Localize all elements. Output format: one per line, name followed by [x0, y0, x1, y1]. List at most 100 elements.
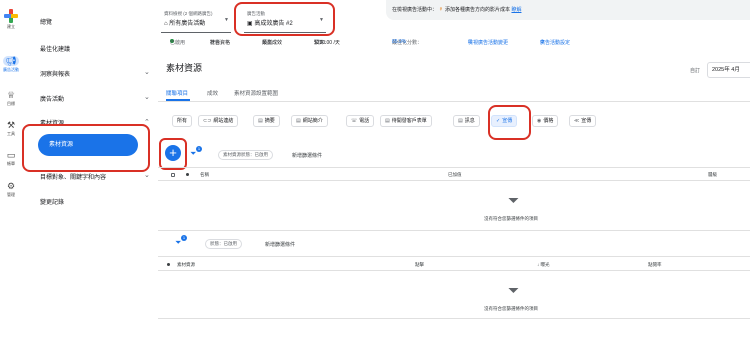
rail-goals[interactable]: ♕ 目標: [0, 90, 22, 107]
date-range-label: 自訂: [690, 68, 701, 74]
phone-icon: ☏: [351, 118, 358, 124]
rail-campaigns[interactable]: 📢︎ 廣告活動: [0, 56, 22, 73]
nav-item-insights[interactable]: 洞察與報表: [40, 69, 70, 78]
chip-message-label: 訊息: [464, 118, 475, 124]
type-value: 最高成效: [262, 40, 283, 46]
chip-message[interactable]: ▤ 訊息: [453, 115, 480, 127]
chip-snippet-label: 摘要: [264, 118, 275, 124]
chip-all[interactable]: 所有: [172, 115, 193, 127]
chip-price-label: 價格: [543, 118, 554, 124]
rail-create[interactable]: 建立: [0, 8, 22, 30]
chip-sitelink[interactable]: ⊂⊃ 網站連結: [198, 115, 239, 127]
opt-score-value[interactable]: 85.9%: [392, 39, 406, 45]
chip-snippet[interactable]: ▤ 摘要: [253, 115, 280, 127]
rail-create-label: 建立: [7, 24, 15, 29]
highlight-box: [234, 2, 335, 36]
tools-icon: ⚒: [6, 120, 16, 130]
chip-phone-label: 電話: [359, 118, 370, 124]
chip-lead-form-label: 待開發客戶表單: [391, 118, 427, 124]
chip-callout-label: 宣傳: [581, 118, 592, 124]
campaign-status-line: 已啟用 狀態： 符合資格 類型： 最高成效 預算： $230.00 /天 最佳化分數：…: [166, 39, 750, 49]
divider: [158, 256, 750, 257]
chip-site-intro-label: 網站簡介: [302, 118, 323, 124]
form-icon: ▤: [385, 118, 390, 124]
nav-item-change-history[interactable]: 變更記錄: [40, 197, 64, 206]
megaphone-icon: 📢︎: [3, 56, 19, 66]
rail-billing[interactable]: ▭ 帳單: [0, 150, 22, 167]
page-title: 素材資源: [166, 63, 203, 73]
filter-chip-status[interactable]: 狀態：已啟用: [205, 239, 242, 249]
chip-site-intro[interactable]: ▤ 網站簡介: [291, 115, 328, 127]
rail-admin[interactable]: ⚙ 管理: [0, 181, 22, 198]
filter-count-badge: 1: [196, 146, 202, 152]
nav-item-recommendations[interactable]: 最佳化建議: [40, 44, 70, 53]
chevron-down-icon[interactable]: ⌄: [144, 93, 150, 101]
highlight-box: [159, 138, 187, 170]
side-nav: 總覽 最佳化建議 洞察與報表 ⌄ 廣告活動 ⌄ 素材資源 ⌃ 目標對象、關鍵字和…: [22, 0, 158, 349]
column-header-clicks[interactable]: 點擊: [415, 262, 424, 268]
price-icon: ◉: [537, 118, 542, 124]
highlight-box: [22, 124, 150, 172]
nav-item-overview[interactable]: 總覽: [40, 17, 52, 26]
divider: [158, 318, 750, 319]
chip-price[interactable]: ◉ 價格: [532, 115, 559, 127]
column-header-name[interactable]: 名稱: [200, 172, 209, 178]
divider: [158, 270, 750, 271]
tab-associated-items[interactable]: 關聯項目: [166, 89, 188, 97]
empty-state-message: 沒有符合您篩選條件的項目: [484, 216, 538, 221]
budget-value: $230.00 /天: [314, 40, 340, 46]
link-icon: ⊂⊃: [203, 118, 212, 124]
column-header-ctr[interactable]: 點閱率: [648, 262, 662, 268]
select-all-checkbox[interactable]: [171, 172, 175, 177]
view-changes-label: 檢視廣告活動變更: [468, 40, 509, 46]
column-header-added[interactable]: 已加值: [448, 172, 462, 178]
column-header-impressions[interactable]: ↓ 曝光: [537, 262, 550, 268]
caret-down-icon: ▼: [224, 17, 229, 23]
credit-card-icon: ▭: [6, 150, 16, 160]
column-header-asset[interactable]: 素材資源: [177, 262, 195, 268]
add-filter-link[interactable]: 新增篩選條件: [292, 152, 322, 159]
divider: [158, 167, 750, 168]
notice-message: 添加各種廣告方向的影片成本: [445, 7, 511, 13]
lightbulb-icon: ♀: [438, 6, 444, 13]
empty-filter-icon: ⏷: [508, 192, 520, 208]
filter-chip-asset-status[interactable]: 素材資源狀態：已啟用: [218, 150, 273, 160]
trophy-icon: ♕: [6, 90, 16, 100]
notice-link[interactable]: 瞭解: [511, 7, 521, 13]
icon-rail: 建立 📢︎ 廣告活動 ♕ 目標 ⚒ 工具 ▭ 帳單 ⚙ 管理: [0, 0, 22, 349]
divider: [158, 180, 750, 181]
tab-performance[interactable]: 成效: [207, 89, 218, 97]
chip-lead-form[interactable]: ▤ 待開發客戶表單: [380, 115, 432, 127]
chevron-down-icon[interactable]: ⌄: [144, 68, 150, 76]
nav-item-audiences[interactable]: 目標對象、關鍵字和內容: [40, 172, 106, 181]
account-selector-label: 資料檢視 (2 個網路廣告): [164, 11, 213, 16]
sitelink-icon: ▤: [296, 118, 301, 124]
add-filter-link[interactable]: 新增篩選條件: [265, 241, 295, 248]
account-selector[interactable]: 資料檢視 (2 個網路廣告) ⌂ 所有廣告活動 ▼: [161, 11, 231, 33]
rail-campaigns-label: 廣告活動: [3, 67, 19, 72]
status-column-dot: [186, 172, 189, 177]
tab-asset-scope[interactable]: 素材資源設置範圍: [234, 89, 278, 97]
chip-callout[interactable]: ≪ 宣傳: [569, 115, 597, 127]
rail-tools-label: 工具: [7, 131, 15, 136]
campaign-settings-label: 廣告活動設定: [540, 40, 571, 46]
chip-phone[interactable]: ☏ 電話: [346, 115, 375, 127]
account-selector-value: 所有廣告活動: [169, 21, 206, 27]
rail-admin-label: 管理: [7, 192, 15, 197]
rail-goals-label: 目標: [7, 101, 15, 106]
status-value: 符合資格: [210, 40, 231, 46]
highlight-box: [488, 105, 531, 140]
divider: [158, 101, 750, 102]
nav-item-campaigns[interactable]: 廣告活動: [40, 94, 64, 103]
callout-icon: ≪: [574, 118, 580, 124]
notice-banner: 在檢視廣告活動中： ♀ 添加各種廣告方向的影片成本 瞭解: [386, 0, 750, 20]
snippet-icon: ▤: [258, 118, 263, 124]
rail-tools[interactable]: ⚒ 工具: [0, 120, 22, 137]
empty-state-message: 沒有符合您篩選條件的項目: [484, 306, 538, 311]
chevron-down-icon[interactable]: ⌄: [144, 171, 150, 179]
date-range-picker[interactable]: 2025年 4月: [707, 62, 750, 78]
filter-count-badge: 1: [181, 235, 187, 241]
message-icon: ▤: [458, 118, 463, 124]
column-header-level[interactable]: 層級: [708, 172, 717, 178]
empty-filter-icon: ⏷: [508, 282, 520, 298]
